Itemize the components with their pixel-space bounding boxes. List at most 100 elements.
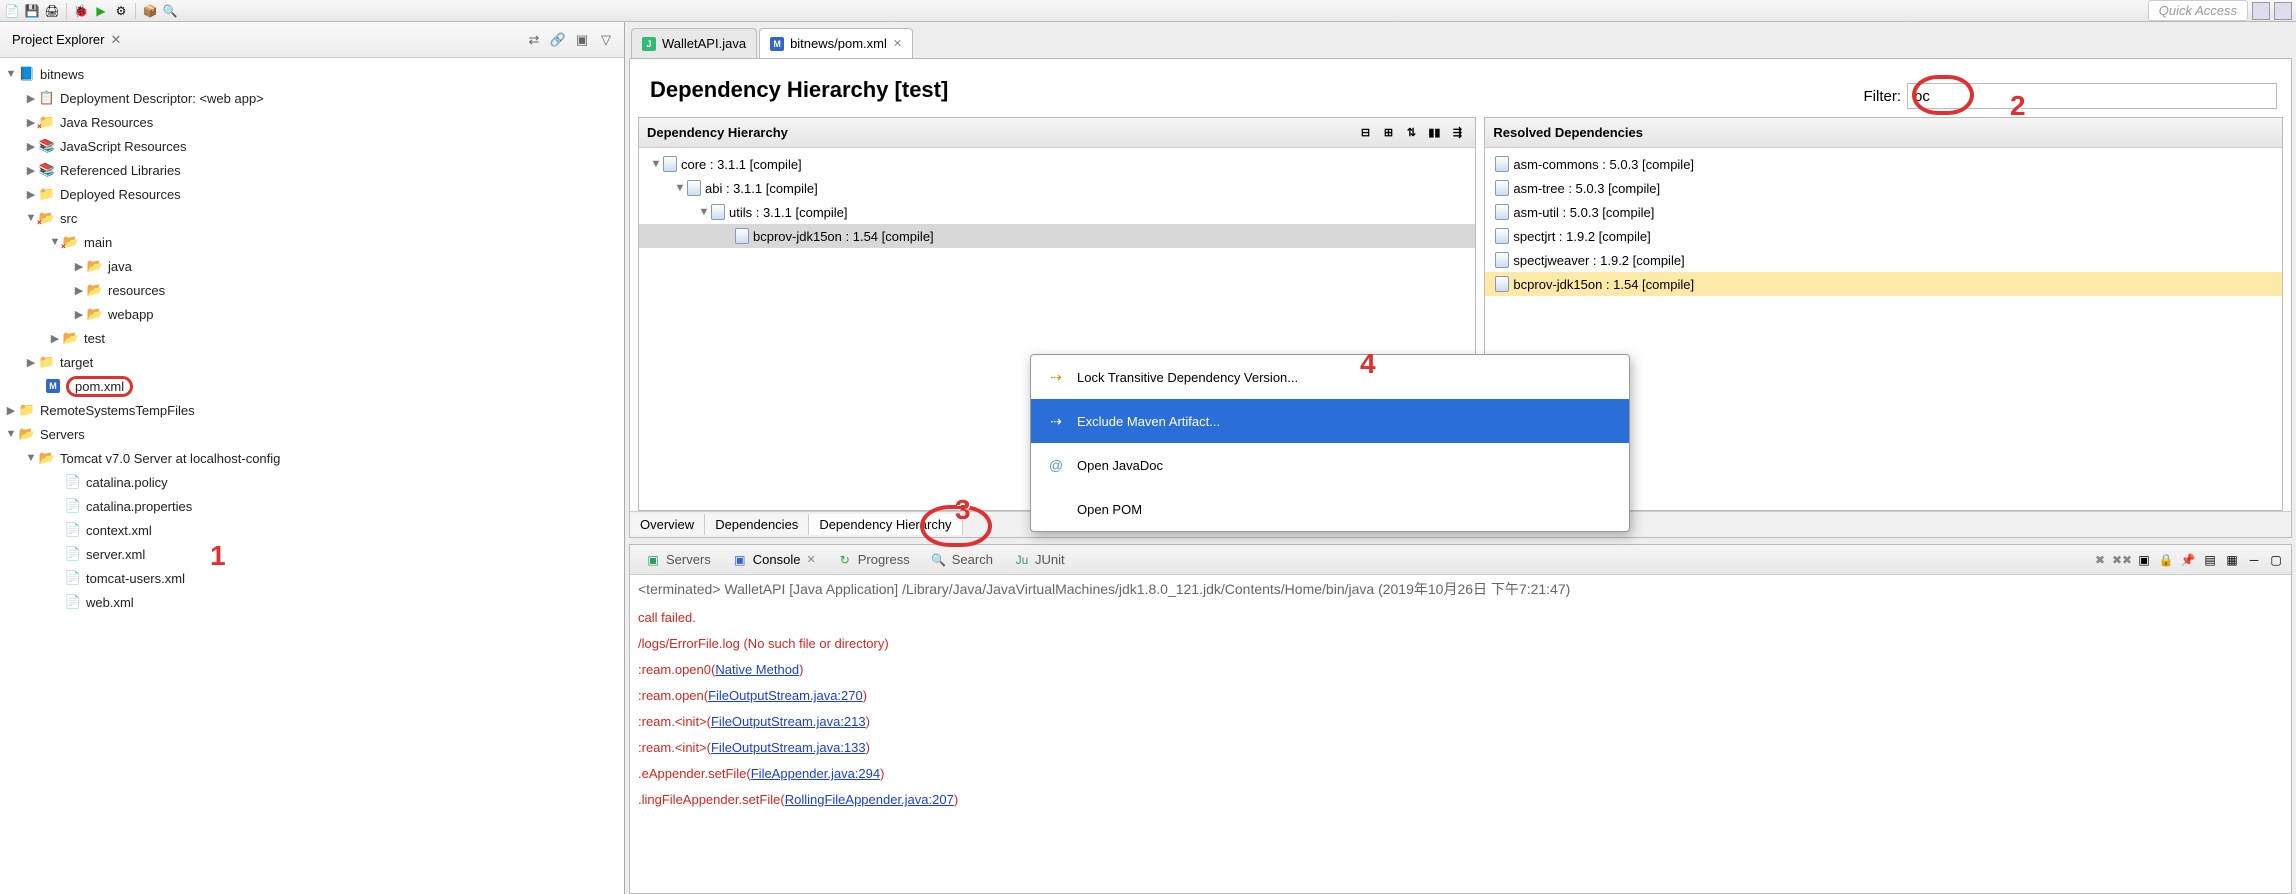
bottom-panel: ▣Servers ▣Console✕ ↻Progress 🔍Search JuJ…	[629, 544, 2292, 894]
annotation-2: 2	[2010, 90, 2026, 122]
tree-item[interactable]: ▼📂main	[0, 230, 624, 254]
dh-left-header: Dependency Hierarchy ⊟ ⊞ ⇅ ▮▮ ⇶	[639, 118, 1475, 148]
remove-all-icon[interactable]: ✖✖	[2113, 551, 2131, 569]
collapse-all-icon[interactable]: ⊟	[1355, 123, 1375, 143]
tree-item[interactable]: ▼📂src	[0, 206, 624, 230]
tab-console[interactable]: ▣Console✕	[723, 549, 824, 571]
pin-icon[interactable]: 📌	[2179, 551, 2197, 569]
link-editor-icon[interactable]: 🔗	[548, 30, 568, 50]
tree-file[interactable]: 📄catalina.policy	[0, 470, 624, 494]
tab-progress[interactable]: ↻Progress	[828, 549, 918, 571]
project-tree[interactable]: ▼📘bitnews ▶📋Deployment Descriptor: <web …	[0, 58, 624, 894]
expand-all-icon[interactable]: ⊞	[1378, 123, 1398, 143]
pom-icon	[1047, 500, 1065, 518]
toolbar-icon[interactable]: 📦	[142, 3, 158, 19]
dep-node[interactable]: ▼abi : 3.1.1 [compile]	[639, 176, 1475, 200]
tab-search[interactable]: 🔍Search	[922, 549, 1001, 571]
resolved-item[interactable]: spectjrt : 1.9.2 [compile]	[1485, 224, 2282, 248]
hierarchy-icon[interactable]: ⇶	[1447, 123, 1467, 143]
collapse-icon[interactable]: ⇄	[524, 30, 544, 50]
jar-icon	[1495, 156, 1509, 172]
resolved-item[interactable]: asm-tree : 5.0.3 [compile]	[1485, 176, 2282, 200]
close-icon[interactable]: ✕	[807, 553, 816, 566]
tab-servers[interactable]: ▣Servers	[636, 549, 719, 571]
run-icon[interactable]: ▶	[93, 3, 109, 19]
tree-item[interactable]: ▼📂Servers	[0, 422, 624, 446]
resolved-item[interactable]: asm-util : 5.0.3 [compile]	[1485, 200, 2282, 224]
tab-dependencies[interactable]: Dependencies	[705, 514, 809, 535]
ctx-open-pom[interactable]: Open POM	[1031, 487, 1629, 531]
close-icon[interactable]: ✕	[893, 37, 902, 50]
lock-icon[interactable]: 🔒	[2157, 551, 2175, 569]
javadoc-icon: @	[1047, 456, 1065, 474]
filter-label: Filter:	[1864, 88, 1902, 105]
ctx-exclude-artifact[interactable]: ⇢Exclude Maven Artifact...	[1031, 399, 1629, 443]
jar-icon	[1495, 276, 1509, 292]
dep-node-selected[interactable]: bcprov-jdk15on : 1.54 [compile]	[639, 224, 1475, 248]
tree-item[interactable]: ▶📚Referenced Libraries	[0, 158, 624, 182]
tree-item[interactable]: ▶📋Deployment Descriptor: <web app>	[0, 86, 624, 110]
tab-pom[interactable]: Mbitnews/pom.xml✕	[759, 28, 913, 58]
tree-item[interactable]: ▶📂resources	[0, 278, 624, 302]
display-icon[interactable]: ▤	[2201, 551, 2219, 569]
toolbar-icon[interactable]: 📄	[4, 3, 20, 19]
jar-icon	[1495, 180, 1509, 196]
tree-file[interactable]: 📄context.xml	[0, 518, 624, 542]
max-icon[interactable]: ▢	[2267, 551, 2285, 569]
perspective-button[interactable]	[2252, 2, 2270, 20]
resolved-list[interactable]: asm-commons : 5.0.3 [compile] asm-tree :…	[1485, 148, 2282, 300]
tree-item[interactable]: ▶📂java	[0, 254, 624, 278]
project-node[interactable]: ▼📘bitnews	[0, 62, 624, 86]
focus-icon[interactable]: ▣	[572, 30, 592, 50]
tree-item[interactable]: ▶📚JavaScript Resources	[0, 134, 624, 158]
toolbar-icon[interactable]: 🔍	[162, 3, 178, 19]
tree-item[interactable]: ▶📁Deployed Resources	[0, 182, 624, 206]
jar-icon	[1495, 228, 1509, 244]
sort-icon[interactable]: ⇅	[1401, 123, 1421, 143]
jar-icon	[1495, 252, 1509, 268]
filter-icon[interactable]: ▮▮	[1424, 123, 1444, 143]
view-menu-icon[interactable]: ▽	[596, 30, 616, 50]
toolbar-icon[interactable]: 🖨	[44, 3, 60, 19]
tab-junit[interactable]: JuJUnit	[1005, 549, 1073, 571]
tree-item[interactable]: ▶📁RemoteSystemsTempFiles	[0, 398, 624, 422]
ctx-open-javadoc[interactable]: @Open JavaDoc	[1031, 443, 1629, 487]
tree-file[interactable]: 📄tomcat-users.xml	[0, 566, 624, 590]
tree-item[interactable]: ▶📂webapp	[0, 302, 624, 326]
toolbar-icon[interactable]: ⚙	[113, 3, 129, 19]
dep-node[interactable]: ▼utils : 3.1.1 [compile]	[639, 200, 1475, 224]
min-icon[interactable]: ─	[2245, 551, 2263, 569]
open-console-icon[interactable]: ▦	[2223, 551, 2241, 569]
project-explorer-panel: Project Explorer ✕ ⇄ 🔗 ▣ ▽ ▼📘bitnews ▶📋D…	[0, 22, 625, 894]
toolbar-icon[interactable]: 💾	[24, 3, 40, 19]
tab-overview[interactable]: Overview	[630, 514, 705, 535]
console-icon[interactable]: ▣	[2135, 551, 2153, 569]
resolved-item[interactable]: spectjweaver : 1.9.2 [compile]	[1485, 248, 2282, 272]
jar-icon	[711, 204, 725, 220]
filter-input[interactable]	[1907, 83, 2277, 109]
quick-access-input[interactable]: Quick Access	[2148, 0, 2248, 21]
resolved-item-highlight[interactable]: bcprov-jdk15on : 1.54 [compile]	[1485, 272, 2282, 296]
dep-node[interactable]: ▼core : 3.1.1 [compile]	[639, 152, 1475, 176]
tree-item[interactable]: ▶📂test	[0, 326, 624, 350]
project-explorer-header: Project Explorer ✕ ⇄ 🔗 ▣ ▽	[0, 22, 624, 58]
tree-file[interactable]: 📄server.xml	[0, 542, 624, 566]
perspective-button[interactable]	[2274, 2, 2292, 20]
debug-icon[interactable]: 🐞	[73, 3, 89, 19]
project-explorer-title: Project Explorer	[12, 32, 104, 47]
tree-item[interactable]: ▶📁Java Resources	[0, 110, 624, 134]
tab-walletapi[interactable]: JWalletAPI.java	[631, 28, 757, 58]
pom-file-node[interactable]: Mpom.xml	[0, 374, 624, 398]
remove-icon[interactable]: ✖	[2091, 551, 2109, 569]
context-menu: ⇢Lock Transitive Dependency Version... ⇢…	[1030, 354, 1630, 532]
tree-file[interactable]: 📄web.xml	[0, 590, 624, 614]
dependency-tree[interactable]: ▼core : 3.1.1 [compile] ▼abi : 3.1.1 [co…	[639, 148, 1475, 252]
console-output[interactable]: call failed. /logs/ErrorFile.log (No suc…	[630, 603, 2291, 893]
ctx-lock-version[interactable]: ⇢Lock Transitive Dependency Version...	[1031, 355, 1629, 399]
tree-item[interactable]: ▼📂Tomcat v7.0 Server at localhost-config	[0, 446, 624, 470]
tab-dependency-hierarchy[interactable]: Dependency Hierarchy	[809, 514, 962, 535]
tree-item[interactable]: ▶📁target	[0, 350, 624, 374]
view-close-icon[interactable]: ✕	[110, 32, 121, 48]
tree-file[interactable]: 📄catalina.properties	[0, 494, 624, 518]
resolved-item[interactable]: asm-commons : 5.0.3 [compile]	[1485, 152, 2282, 176]
